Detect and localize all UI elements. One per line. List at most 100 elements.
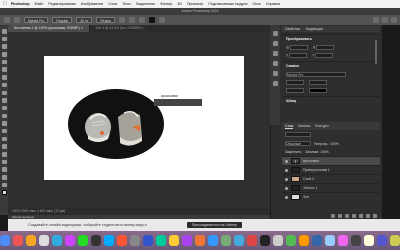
menu-item-file[interactable]: Файл (35, 2, 44, 6)
ellipse-photo[interactable] (68, 89, 164, 159)
color-swatch-icon[interactable] (149, 17, 156, 23)
gradient-tool-icon[interactable] (1, 121, 7, 126)
x-field[interactable] (289, 52, 308, 58)
group-icon[interactable] (359, 214, 363, 218)
layer-row[interactable]: Слой 2 (282, 174, 380, 183)
join-udemy-button[interactable]: Присоединиться на Udemy (186, 222, 242, 228)
character-color-field[interactable] (308, 87, 327, 93)
menu-item-edit[interactable]: Редактирование (48, 2, 75, 6)
fill-control[interactable]: Заливка: 100% (305, 150, 329, 154)
dock-app-icon[interactable] (390, 235, 400, 246)
dock-app-icon[interactable] (351, 235, 361, 246)
visibility-eye-icon[interactable] (285, 159, 288, 163)
shape-tool-icon[interactable] (1, 167, 7, 172)
dock-app-icon[interactable] (26, 235, 36, 246)
dock-app-icon[interactable] (273, 235, 283, 246)
character-size-field[interactable] (286, 79, 304, 85)
dock-app-icon[interactable] (312, 235, 322, 246)
visibility-eye-icon[interactable] (285, 186, 288, 190)
visibility-eye-icon[interactable] (285, 168, 288, 172)
search-icon[interactable] (373, 17, 379, 23)
layer-row[interactable]: Фон (282, 192, 380, 201)
mask-icon[interactable] (345, 214, 349, 218)
tab-document-2[interactable]: Без 1 @ 33,3% (Кто, RGB/8*) × (90, 25, 151, 32)
character-leading-field[interactable] (308, 79, 327, 85)
layer-style-icon[interactable] (338, 214, 342, 218)
dock-app-icon[interactable] (195, 235, 205, 246)
align-right-icon[interactable] (139, 17, 146, 23)
dock-app-icon[interactable] (247, 235, 257, 246)
dodge-tool-icon[interactable] (1, 136, 7, 142)
dock-app-icon[interactable] (91, 235, 101, 246)
menu-item-plugins[interactable]: Подключаемые модули (208, 2, 247, 6)
lasso-tool-icon[interactable] (1, 44, 7, 49)
healing-tool-icon[interactable] (1, 82, 7, 88)
section-paragraph[interactable]: Абзац (282, 96, 380, 105)
dock-app-icon[interactable] (234, 235, 244, 246)
link-layers-icon[interactable] (331, 214, 335, 218)
history-panel-icon[interactable] (272, 31, 278, 36)
tab-layers[interactable]: Слои (285, 124, 294, 129)
text-tool-icon[interactable] (14, 17, 20, 23)
height-field[interactable] (316, 44, 335, 50)
dock-app-icon[interactable] (156, 235, 166, 246)
marquee-tool-icon[interactable] (1, 36, 7, 42)
layer-filter-select[interactable] (285, 132, 311, 137)
dock-app-icon[interactable] (52, 235, 62, 246)
tab-document-1[interactable]: Без имени-1 @ 100% (кроссовки, RGB/8*) × (8, 25, 90, 32)
visibility-eye-icon[interactable] (285, 195, 288, 199)
dock-app-icon[interactable] (286, 235, 296, 246)
dock-app-icon[interactable] (364, 235, 374, 246)
section-character[interactable]: Символ (282, 61, 380, 70)
menu-item-3d[interactable]: 3D (177, 2, 182, 6)
dock-app-icon[interactable] (65, 235, 75, 246)
color-panel-icon[interactable] (272, 41, 278, 46)
share-icon[interactable] (391, 17, 397, 23)
menu-item-filter[interactable]: Фильтр (160, 2, 172, 6)
dock-app-icon[interactable] (221, 235, 231, 246)
font-size-select[interactable]: 30 пт (76, 17, 93, 23)
section-transform[interactable]: Преобразовать (282, 34, 380, 43)
dock-app-icon[interactable] (117, 235, 127, 246)
menu-item-layers[interactable]: Слои (108, 2, 117, 6)
dock-app-icon[interactable] (338, 235, 348, 246)
dock-app-icon[interactable] (104, 235, 114, 246)
history-brush-tool-icon[interactable] (1, 105, 7, 111)
opacity-control[interactable]: Непрозр.: 100% (314, 142, 339, 146)
visibility-eye-icon[interactable] (285, 177, 288, 181)
font-style-select[interactable]: Regular (52, 17, 73, 23)
eraser-tool-icon[interactable] (1, 113, 7, 119)
character-tracking-field[interactable] (286, 87, 304, 93)
rectangle-shape[interactable] (154, 99, 202, 106)
blend-mode-select[interactable]: Обычные (285, 141, 311, 146)
hand-tool-icon[interactable] (1, 175, 7, 180)
blur-tool-icon[interactable] (1, 128, 7, 134)
dock-app-icon[interactable] (208, 235, 218, 246)
layer-row[interactable]: T кроссовки (282, 156, 380, 165)
adjustment-layer-icon[interactable] (352, 214, 356, 218)
dock-app-icon[interactable] (169, 235, 179, 246)
menu-item-select[interactable]: Выделение (136, 2, 155, 6)
layer-row[interactable]: Прямоугольник 1 (282, 165, 380, 174)
dock-app-icon[interactable] (39, 235, 49, 246)
dock-app-icon[interactable] (260, 235, 270, 246)
stamp-tool-icon[interactable] (1, 98, 7, 103)
menu-item-text[interactable]: Текст (122, 2, 131, 6)
workspace-icon[interactable] (382, 17, 388, 23)
document-canvas[interactable]: кроссовки (44, 56, 244, 180)
canvas-caption-text[interactable]: кроссовки (161, 94, 178, 98)
canvas-area[interactable]: кроссовки (8, 32, 270, 208)
tab-properties[interactable]: Свойства (285, 27, 300, 31)
type-tool-icon[interactable] (1, 152, 7, 157)
character-panel-icon[interactable] (272, 61, 278, 66)
properties-scrollbar[interactable] (375, 40, 377, 64)
foreground-color-swatch[interactable] (1, 190, 7, 195)
antialias-select[interactable]: Резкое (96, 17, 116, 23)
menu-app-name[interactable]: Photoshop (11, 2, 30, 6)
path-select-tool-icon[interactable] (1, 159, 7, 165)
align-center-icon[interactable] (129, 17, 136, 23)
new-layer-icon[interactable] (366, 214, 370, 218)
pen-tool-icon[interactable] (1, 144, 7, 149)
menu-item-window[interactable]: Окно (253, 2, 261, 6)
dock-app-icon[interactable] (182, 235, 192, 246)
